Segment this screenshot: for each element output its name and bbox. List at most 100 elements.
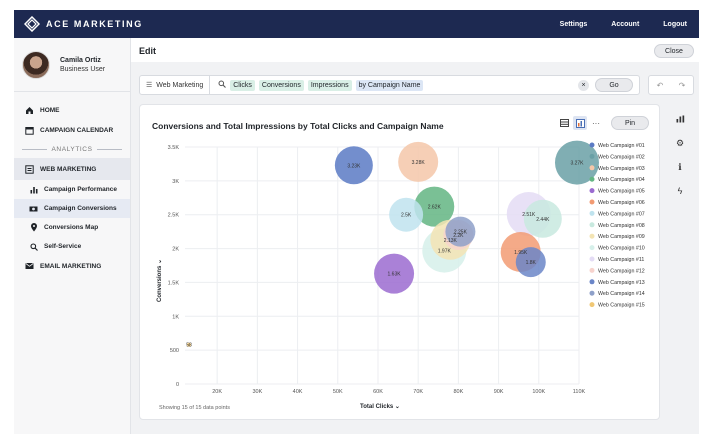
section-label: ANALYTICS — [51, 145, 93, 153]
legend-swatch — [589, 279, 595, 285]
query-chip-group-by[interactable]: by Campaign Name — [355, 79, 424, 91]
legend-entry: Web Campaign #09 — [598, 234, 645, 240]
query-chip-conversions[interactable]: Conversions — [258, 79, 304, 91]
legend-swatch — [589, 199, 595, 205]
sidebar-subitem-campaign-conversions[interactable]: Campaign Conversions — [14, 199, 130, 218]
legend-swatch — [589, 210, 595, 216]
redo-icon[interactable]: ↷ — [679, 81, 686, 90]
x-tick-label: 80K — [453, 389, 463, 395]
legend-swatch — [589, 142, 595, 148]
legend-swatch — [589, 245, 595, 251]
legend-entry: Web Campaign #12 — [598, 268, 645, 274]
bubble-label: 1.8K — [526, 260, 537, 266]
calendar-icon — [25, 126, 34, 135]
go-button[interactable]: Go — [595, 78, 633, 92]
web-icon — [25, 164, 34, 174]
data-source-selector[interactable]: ☰ Web Marketing — [140, 76, 211, 94]
sidebar-subitem-label: Campaign Conversions — [44, 205, 117, 212]
sidebar-item-home[interactable]: HOME — [14, 100, 130, 120]
legend-swatch — [589, 290, 595, 296]
settings-link[interactable]: Settings — [560, 21, 588, 28]
user-meta: Camila Ortiz Business User — [60, 57, 105, 73]
user-name: Camila Ortiz — [60, 56, 101, 64]
sidebar-item-label: HOME — [40, 106, 60, 114]
sidebar-item-label: EMAIL MARKETING — [40, 262, 102, 270]
sidebar-item-campaign-calendar[interactable]: CAMPAIGN CALENDAR — [14, 120, 130, 140]
x-tick-label: 40K — [293, 389, 303, 395]
info-icon[interactable]: ℹ — [671, 158, 689, 176]
data-points-footnote: Showing 15 of 15 data points — [159, 405, 230, 411]
legend-swatch — [589, 222, 595, 228]
bubble-label: 2.44K — [536, 217, 550, 223]
query-chip-impressions[interactable]: Impressions — [307, 79, 352, 91]
sidebar-subitem-label: Campaign Performance — [44, 186, 117, 193]
sidebar-item-email-marketing[interactable]: EMAIL MARKETING — [14, 256, 130, 276]
legend-entry: Web Campaign #15 — [598, 303, 645, 309]
query-chip-clicks[interactable]: Clicks — [230, 79, 255, 91]
user-role: Business User — [60, 65, 106, 73]
legend-swatch — [589, 267, 595, 273]
legend-swatch — [589, 256, 595, 262]
x-tick-label: 90K — [494, 389, 504, 395]
bubble-chart: 0 500 1K 1.5K 2K 2.5K 3K 3.5K 20K 30K 40K 50K 60K 70K… — [157, 140, 645, 410]
y-tick-label: 1K — [172, 314, 179, 320]
bubble-label: 58 — [186, 343, 192, 349]
legend-entry: Web Campaign #05 — [598, 189, 645, 195]
user-profile[interactable]: Camila Ortiz Business User — [14, 38, 130, 92]
legend-entry: Web Campaign #10 — [598, 246, 645, 252]
undo-icon[interactable]: ↶ — [657, 81, 664, 90]
x-axis-label: Total Clicks ⌄ — [360, 404, 400, 410]
top-nav: Settings Account Logout — [548, 21, 699, 28]
x-tick-label: 60K — [373, 389, 383, 395]
sidebar-subitem-self-service[interactable]: Self-Service — [14, 237, 130, 256]
y-tick-label: 0 — [176, 382, 179, 388]
bubble-label: 1.95K — [514, 250, 528, 256]
legend-swatch — [589, 302, 595, 308]
lightning-icon[interactable]: ϟ — [671, 182, 689, 200]
analytics-section-divider: ANALYTICS — [14, 140, 130, 158]
x-tick-label: 30K — [252, 389, 262, 395]
map-pin-icon — [29, 223, 38, 232]
legend-swatch — [589, 165, 595, 171]
x-tick-label: 100K — [532, 389, 545, 395]
logout-link[interactable]: Logout — [663, 21, 687, 28]
sidebar-subitem-label: Self-Service — [44, 243, 82, 250]
legend-entry: Web Campaign #11 — [598, 257, 644, 263]
bubble-label: 2.62K — [428, 205, 442, 211]
account-link[interactable]: Account — [611, 21, 639, 28]
search-icon — [29, 242, 38, 251]
bar-chart-icon — [29, 186, 38, 194]
legend-entry: Web Campaign #01 — [598, 143, 645, 149]
y-tick-label: 1.5K — [168, 280, 180, 286]
data-source-label: Web Marketing — [156, 81, 204, 89]
sidebar-subitem-campaign-performance[interactable]: Campaign Performance — [14, 180, 130, 199]
y-tick-label: 3.5K — [168, 145, 180, 151]
bar-chart-icon[interactable] — [671, 110, 689, 128]
y-tick-label: 2.5K — [168, 213, 180, 219]
sidebar-nav: HOME CAMPAIGN CALENDAR ANALYTICS WEB MAR… — [14, 92, 130, 276]
sidebar-item-web-marketing[interactable]: WEB MARKETING — [14, 158, 130, 180]
right-rail: ⚙ ℹ ϟ — [666, 104, 694, 420]
chart-card: Conversions and Total Impressions by Tot… — [139, 104, 660, 420]
top-bar: ACE MARKETING Settings Account Logout — [14, 10, 699, 38]
app-page: ACE MARKETING Settings Account Logout Ca… — [0, 0, 703, 434]
x-tick-label: 20K — [212, 389, 222, 395]
legend-swatch — [589, 188, 595, 194]
sidebar-item-label: CAMPAIGN CALENDAR — [40, 126, 114, 134]
avatar — [22, 50, 50, 79]
brand-name: ACE MARKETING — [46, 19, 143, 29]
legend-entry: Web Campaign #08 — [598, 223, 645, 229]
legend-swatch — [589, 233, 595, 239]
brand[interactable]: ACE MARKETING — [24, 16, 143, 32]
clear-query-icon[interactable]: × — [578, 79, 589, 91]
legend-entry: Web Campaign #04 — [598, 177, 645, 183]
gear-icon[interactable]: ⚙ — [671, 134, 689, 152]
mail-icon — [25, 262, 34, 271]
sidebar-item-label: WEB MARKETING — [40, 165, 97, 173]
search-icon — [218, 80, 227, 90]
y-axis-label: Conversions ⌄ — [157, 259, 163, 302]
close-button[interactable]: Close — [654, 44, 694, 58]
legend-swatch — [589, 176, 595, 182]
sidebar-subitem-conversions-map[interactable]: Conversions Map — [14, 218, 130, 237]
y-tick-label: 3K — [172, 179, 179, 185]
